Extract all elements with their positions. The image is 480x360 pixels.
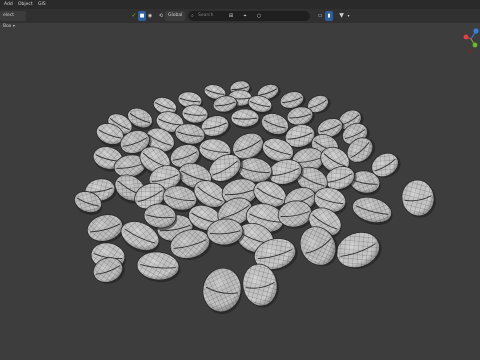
eye-icon[interactable]: ◉ — [146, 11, 154, 21]
camera-icon[interactable]: ■ — [138, 11, 146, 21]
menu-gis[interactable]: GIS — [38, 0, 46, 9]
transform-orientation-dropdown[interactable]: Global — [165, 11, 185, 21]
visible-toggle-icon[interactable]: ▭ — [316, 11, 324, 21]
filter-chevron-icon[interactable]: ▾ — [346, 11, 351, 21]
checkbox-on-icon[interactable]: ✓ — [130, 11, 138, 21]
gizmo-y-icon[interactable] — [472, 42, 478, 48]
select-box-dropdown[interactable]: elect Box ▾ — [0, 11, 26, 29]
selectable-toggle-icon[interactable]: ▮ — [325, 11, 333, 21]
transform-orientation-label: Global — [168, 13, 183, 18]
seed-mesh[interactable] — [399, 177, 439, 220]
seed-mesh[interactable] — [199, 265, 246, 317]
menu-add[interactable]: Add — [4, 0, 13, 9]
search-icon: ⌕ — [191, 13, 194, 19]
seed-mesh[interactable] — [230, 108, 261, 129]
seed-pile[interactable] — [0, 23, 480, 360]
snap-target-icon[interactable]: ⌖ — [240, 11, 250, 21]
menu-bar: Add Object GIS — [0, 0, 480, 9]
gizmo-z-icon[interactable] — [473, 28, 479, 34]
gizmo-x-icon[interactable] — [463, 34, 469, 40]
menu-object[interactable]: Object — [18, 0, 33, 9]
transform-pivot-icon[interactable]: ⟲ — [157, 11, 165, 21]
seed-mesh[interactable] — [332, 226, 387, 275]
snap-icon[interactable]: ⊞ — [226, 11, 236, 21]
tool-header: elect Box ▾ ✓ ■ ◉ ⟲ Global ⌕ Search ⊞ ⌖ … — [0, 9, 480, 29]
filter-icon[interactable]: ▼ — [337, 11, 346, 21]
search-placeholder: Search — [198, 13, 214, 18]
navigation-gizmo[interactable] — [461, 24, 480, 54]
seed-mesh[interactable] — [349, 193, 396, 229]
proportional-icon[interactable]: ○ — [254, 11, 264, 21]
3d-viewport[interactable] — [0, 23, 480, 360]
